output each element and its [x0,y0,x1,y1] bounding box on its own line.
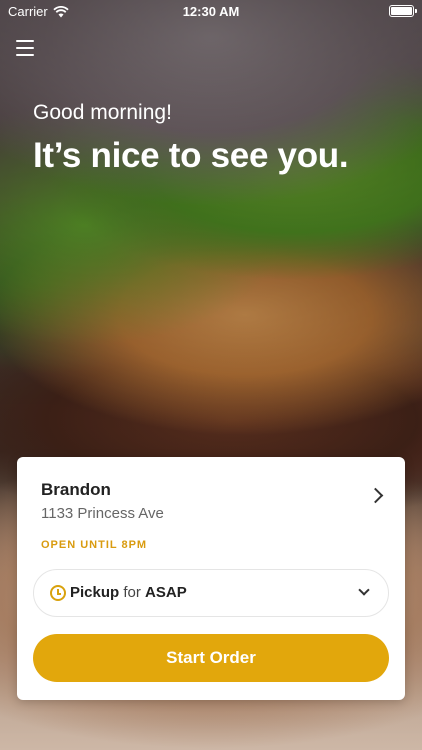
store-address: 1133 Princess Ave [41,505,164,522]
start-order-button[interactable]: Start Order [33,634,389,682]
chevron-right-icon [367,487,384,504]
clock-icon [50,585,66,601]
chevron-down-icon [358,584,370,596]
pickup-connector: for [123,584,141,601]
pickup-summary: Pickup for ASAP [70,584,187,601]
order-card: Brandon 1133 Princess Ave OPEN UNTIL 8PM… [17,457,405,700]
battery-icon [389,5,417,17]
pickup-time-select[interactable]: Pickup for ASAP [33,569,389,617]
status-time: 12:30 AM [182,4,240,19]
pickup-time: ASAP [145,584,187,601]
greeting-text: Good morning! [33,101,172,124]
pickup-mode: Pickup [70,584,120,601]
status-bar: Carrier 12:30 AM [0,0,422,22]
store-name: Brandon [41,480,111,499]
open-status: OPEN UNTIL 8PM [41,539,148,551]
store-selector[interactable]: Brandon 1133 Princess Ave [17,457,405,537]
headline-text: It’s nice to see you. [33,136,349,175]
menu-icon[interactable] [16,40,34,56]
